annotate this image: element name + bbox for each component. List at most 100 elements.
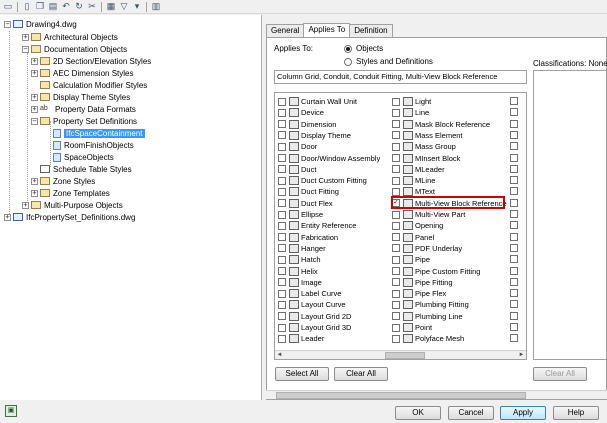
object-list-item[interactable]: Duct Flex bbox=[278, 198, 333, 209]
tree-item-zone-styles[interactable]: + Zone Styles bbox=[31, 175, 95, 187]
expand-icon[interactable]: + bbox=[4, 213, 11, 221]
object-list-item[interactable]: PDF Underlay bbox=[392, 243, 462, 254]
object-checkbox[interactable] bbox=[392, 108, 400, 117]
expand-icon[interactable]: + bbox=[31, 105, 38, 113]
object-checkbox[interactable] bbox=[278, 334, 286, 343]
object-list-item[interactable]: Layout Curve bbox=[278, 299, 346, 310]
object-checkbox[interactable] bbox=[392, 154, 400, 162]
object-checkbox[interactable] bbox=[392, 289, 400, 298]
radio-button-selected[interactable] bbox=[344, 44, 352, 53]
collapse-icon[interactable]: − bbox=[31, 117, 38, 125]
object-checkbox[interactable] bbox=[278, 289, 286, 298]
object-checkbox[interactable] bbox=[392, 165, 400, 174]
object-list-item[interactable]: Leader bbox=[278, 333, 324, 344]
tree-item-multi-purpose[interactable]: + Multi-Purpose Objects bbox=[22, 199, 123, 211]
cancel-button[interactable]: Cancel bbox=[448, 406, 494, 420]
object-checkbox[interactable] bbox=[510, 210, 518, 218]
object-checkbox[interactable] bbox=[392, 323, 400, 332]
object-checkbox[interactable] bbox=[510, 142, 518, 151]
tree-item-ifcspacecontainment[interactable]: IfcSpaceContainment bbox=[53, 127, 145, 139]
collapse-icon[interactable]: − bbox=[4, 20, 11, 28]
object-list-item[interactable]: Label Curve bbox=[278, 288, 341, 299]
tree-item-drawing4[interactable]: − Drawing4.dwg bbox=[4, 18, 77, 30]
object-list-item[interactable]: Curtain Wall Unit bbox=[278, 96, 357, 107]
help-button[interactable]: Help bbox=[553, 406, 599, 420]
object-checkbox[interactable] bbox=[278, 120, 286, 129]
tree-item-property-set[interactable]: − Property Set Definitions bbox=[31, 115, 137, 127]
clear-all-classifications-button[interactable]: Clear All bbox=[533, 367, 587, 381]
purge-icon[interactable]: ✂ bbox=[86, 1, 98, 13]
object-list-item[interactable]: Layout Grid 3D bbox=[278, 322, 351, 333]
tree-item-schedule-table[interactable]: Schedule Table Styles bbox=[40, 163, 132, 175]
object-checkbox[interactable] bbox=[510, 277, 518, 286]
object-list-item[interactable]: Opening bbox=[392, 220, 443, 231]
object-checkbox[interactable] bbox=[510, 232, 518, 241]
object-checkbox[interactable] bbox=[392, 244, 400, 253]
tree-item-2d-section[interactable]: + 2D Section/Elevation Styles bbox=[31, 55, 151, 67]
object-checkbox[interactable] bbox=[278, 323, 286, 332]
object-checkbox[interactable] bbox=[392, 255, 400, 264]
expand-icon[interactable]: + bbox=[31, 177, 38, 185]
new-icon[interactable]: ▯ bbox=[21, 1, 33, 13]
object-list-item[interactable]: Line bbox=[392, 107, 429, 118]
object-checkbox[interactable] bbox=[510, 334, 518, 343]
clear-all-button[interactable]: Clear All bbox=[334, 367, 388, 381]
tab-definition[interactable]: Definition bbox=[349, 24, 393, 37]
object-checkbox[interactable] bbox=[510, 187, 518, 196]
object-list-item[interactable]: Hanger bbox=[278, 243, 326, 254]
object-list-item[interactable]: Duct Fitting bbox=[278, 186, 339, 197]
object-list-item[interactable]: Ellipse bbox=[278, 209, 323, 220]
object-list-item[interactable]: MInsert Block bbox=[392, 153, 460, 164]
object-list-item[interactable]: Hatch bbox=[278, 254, 321, 265]
object-list-item[interactable]: Mass Element bbox=[392, 130, 463, 141]
expand-icon[interactable]: + bbox=[31, 57, 38, 65]
object-list-item[interactable]: Door bbox=[278, 141, 317, 152]
object-checkbox[interactable] bbox=[278, 199, 286, 208]
object-checkbox[interactable] bbox=[278, 233, 286, 242]
object-list-item[interactable]: Layout Grid 2D bbox=[278, 311, 351, 322]
object-checkbox[interactable] bbox=[392, 131, 400, 140]
object-list-item[interactable]: Polyface Mesh bbox=[392, 333, 464, 344]
object-list-item[interactable]: Mass Group bbox=[392, 141, 456, 152]
object-checkbox[interactable] bbox=[392, 221, 400, 230]
object-checkbox[interactable] bbox=[392, 300, 400, 309]
ok-button[interactable]: OK bbox=[395, 406, 441, 420]
object-list-item[interactable]: Pipe bbox=[392, 254, 430, 265]
select-all-button[interactable]: Select All bbox=[275, 367, 329, 381]
scroll-thumb[interactable] bbox=[385, 352, 425, 359]
object-list-item[interactable]: Mask Block Reference bbox=[392, 119, 490, 130]
tree-item-property-data[interactable]: + ab Property Data Formats bbox=[31, 103, 136, 115]
object-checkbox[interactable] bbox=[510, 255, 518, 264]
object-checkbox[interactable] bbox=[510, 176, 518, 185]
object-list-item[interactable]: Pipe Fitting bbox=[392, 277, 453, 288]
expand-icon[interactable]: + bbox=[22, 33, 29, 41]
object-list-item[interactable]: Device bbox=[278, 107, 324, 118]
open-icon[interactable]: ▭ bbox=[2, 1, 14, 13]
dropdown-icon[interactable]: ▾ bbox=[131, 1, 143, 13]
tree-item-ifcpropertyset[interactable]: + IfcPropertySet_Definitions.dwg bbox=[4, 211, 135, 223]
object-checkbox[interactable] bbox=[278, 267, 286, 275]
classifications-list[interactable] bbox=[533, 70, 607, 360]
object-checkbox[interactable] bbox=[392, 278, 400, 287]
object-checkbox[interactable] bbox=[278, 176, 286, 185]
object-checkbox[interactable] bbox=[278, 221, 286, 230]
object-checkbox[interactable] bbox=[510, 198, 518, 207]
expand-icon[interactable]: + bbox=[31, 93, 38, 101]
apply-button[interactable]: Apply bbox=[500, 406, 546, 420]
object-checkbox[interactable] bbox=[510, 97, 518, 105]
style-tree[interactable]: − Drawing4.dwg + Architectural Objects −… bbox=[0, 15, 262, 400]
object-checkbox[interactable] bbox=[510, 221, 518, 230]
object-checkbox[interactable] bbox=[510, 311, 518, 320]
radio-styles[interactable]: Styles and Definitions bbox=[344, 57, 433, 66]
scroll-left-icon[interactable]: ◄ bbox=[275, 351, 284, 360]
object-checkbox[interactable] bbox=[278, 142, 286, 151]
tree-item-architectural[interactable]: + Architectural Objects bbox=[22, 31, 118, 43]
object-list-item[interactable]: MLeader bbox=[392, 164, 445, 175]
tree-item-spaceobjects[interactable]: SpaceObjects bbox=[53, 151, 114, 163]
object-list-item[interactable]: Panel bbox=[392, 232, 434, 243]
object-list-item[interactable]: Dimension bbox=[278, 119, 336, 130]
object-checkbox[interactable] bbox=[392, 312, 400, 321]
object-checkbox[interactable] bbox=[510, 266, 518, 275]
radio-objects[interactable]: Objects bbox=[344, 44, 383, 53]
object-list-item[interactable]: Helix bbox=[278, 266, 318, 277]
